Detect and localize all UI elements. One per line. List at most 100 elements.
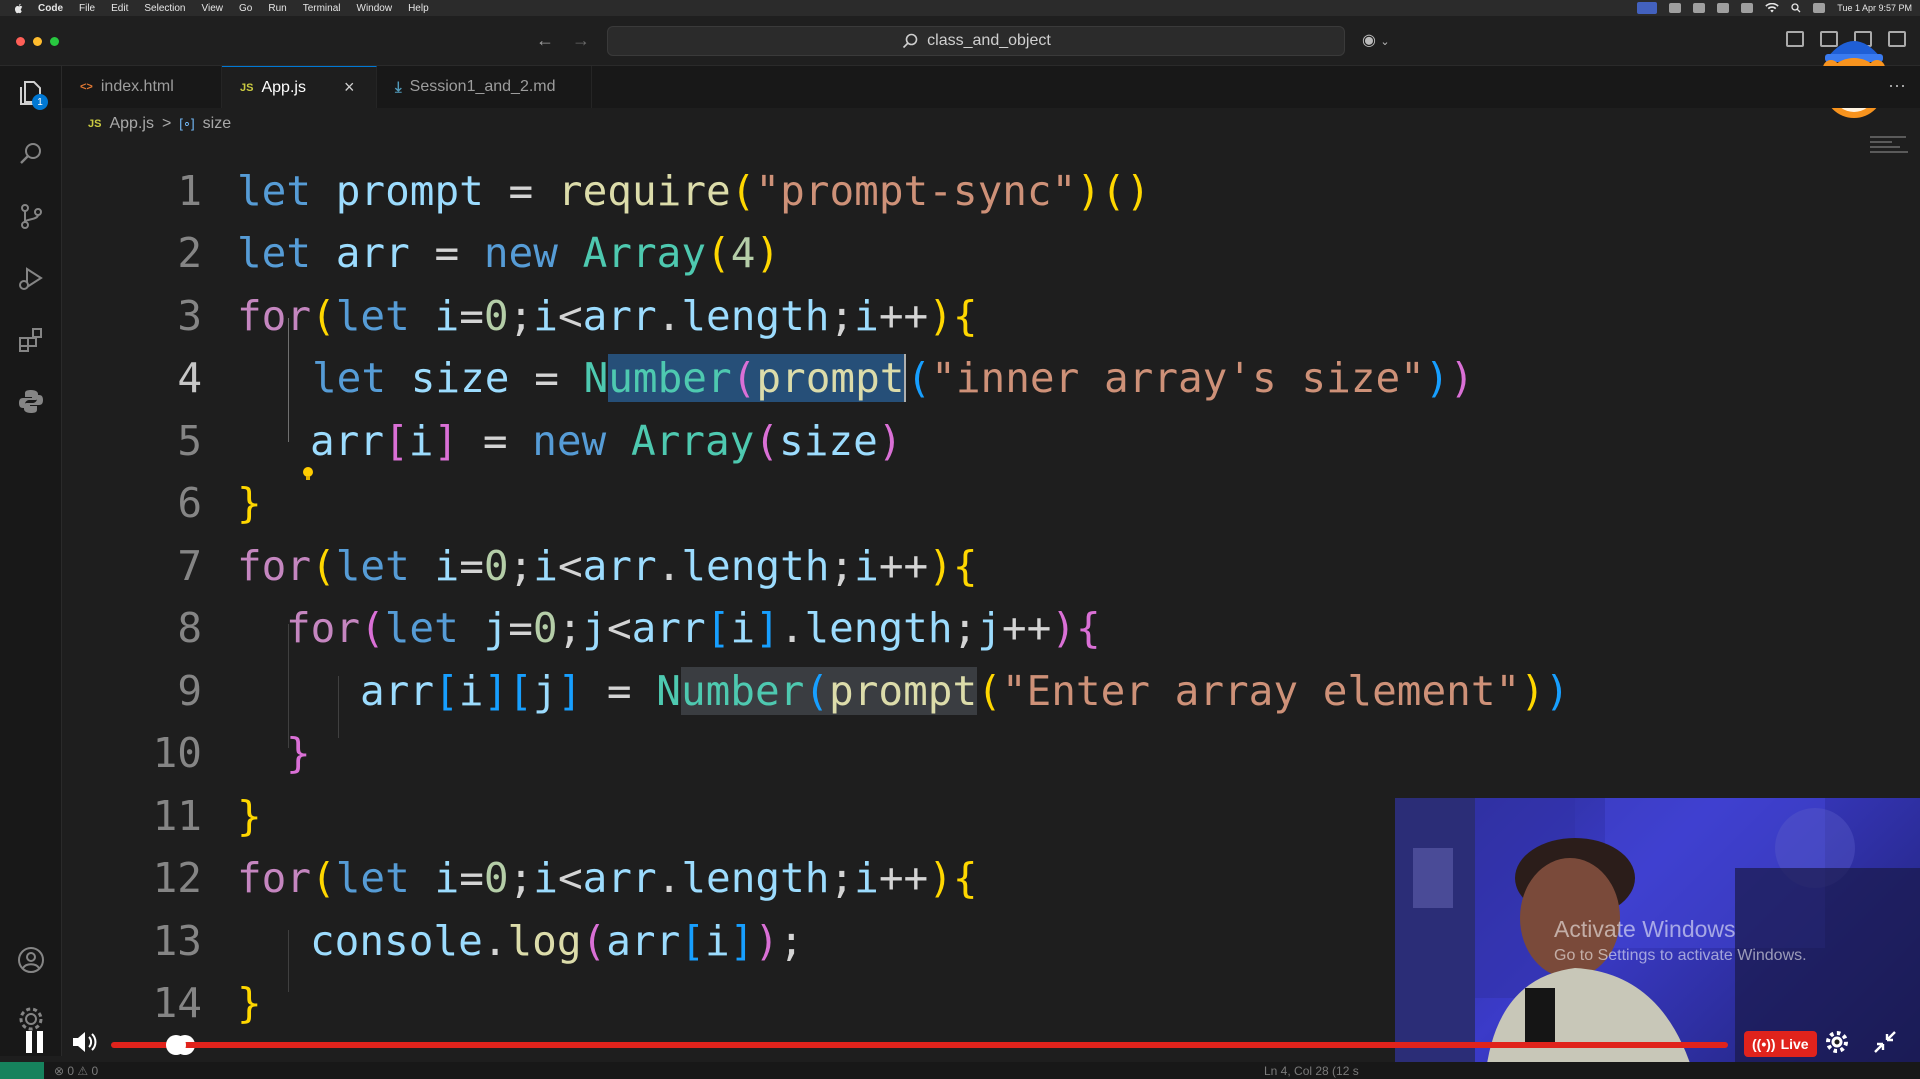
code-line[interactable]: 9 arr[i][j] = Number(prompt("Enter array… <box>62 660 1920 722</box>
line-number: 3 <box>177 292 202 340</box>
tab-app-js[interactable]: JS App.js × <box>222 66 377 108</box>
line-number: 4 <box>177 354 202 402</box>
menu-code[interactable]: Code <box>38 3 63 14</box>
code-line-text: } <box>286 729 311 777</box>
copilot-menu[interactable]: ◉ ⌄ <box>1362 30 1390 50</box>
back-arrow-icon[interactable]: ← <box>536 30 554 51</box>
code-line-text: console.log(arr[i]); <box>310 917 804 965</box>
apple-logo-icon[interactable] <box>14 3 24 14</box>
window-controls <box>16 37 59 46</box>
customize-layout-icon[interactable] <box>1786 31 1804 47</box>
line-number: 10 <box>152 729 202 777</box>
code-line[interactable]: 3 for(let i=0;i<arr.length;i++){ <box>62 285 1920 347</box>
js-file-icon: JS <box>240 81 254 94</box>
python-icon[interactable] <box>14 384 48 418</box>
line-number: 8 <box>177 604 202 652</box>
live-button[interactable]: ((•)) Live <box>1744 1031 1817 1057</box>
code-line[interactable]: 7 for(let i=0;i<arr.length;i++){ <box>62 535 1920 597</box>
command-center-search[interactable]: class_and_object <box>607 26 1345 56</box>
live-broadcast-icon: ((•)) <box>1752 1036 1776 1052</box>
menu-edit[interactable]: Edit <box>111 3 128 14</box>
forward-arrow-icon[interactable]: → <box>572 30 590 51</box>
menu-terminal[interactable]: Terminal <box>303 3 341 14</box>
menu-window[interactable]: Window <box>357 3 393 14</box>
code-line[interactable]: 6 } <box>62 472 1920 534</box>
code-line-text: let size = Number(prompt("inner array's … <box>312 354 1475 402</box>
tab-label: App.js <box>261 78 306 96</box>
watermark-title: Activate Windows <box>1554 916 1736 942</box>
code-line-text: arr[i] = new Array(size) <box>310 417 903 465</box>
activate-windows-watermark: Activate Windows Go to Settings to activ… <box>1554 916 1807 965</box>
tab-label: index.html <box>100 78 174 95</box>
watermark-subtitle: Go to Settings to activate Windows. <box>1554 947 1807 964</box>
menu-selection[interactable]: Selection <box>144 3 185 14</box>
battery-icon[interactable] <box>1741 3 1754 13</box>
screen-record-icon[interactable] <box>1637 2 1658 14</box>
code-line-text: for(let j=0;j<arr[i].length;j++){ <box>286 604 1101 652</box>
account-icon[interactable] <box>14 943 48 977</box>
tab-session-md[interactable]: ⤓ Session1_and_2.md <box>377 66 592 108</box>
line-number: 7 <box>177 542 202 590</box>
navigation-arrows: ← → <box>536 30 590 51</box>
editor-tab-bar: <> index.html JS App.js × ⤓ Session1_and… <box>62 66 1920 108</box>
menu-file[interactable]: File <box>79 3 95 14</box>
code-line-text: let prompt = require("prompt-sync")() <box>237 167 1151 215</box>
close-window-button[interactable] <box>16 37 25 46</box>
menu-help[interactable]: Help <box>408 3 429 14</box>
volume-icon[interactable] <box>70 1028 98 1056</box>
breadcrumb-symbol[interactable]: size <box>203 115 231 133</box>
line-number: 6 <box>177 479 202 527</box>
maximize-window-button[interactable] <box>50 37 59 46</box>
explorer-icon[interactable]: 1 <box>14 76 48 110</box>
menu-run[interactable]: Run <box>268 3 286 14</box>
status-app-icon[interactable] <box>1717 3 1730 13</box>
tab-label: Session1_and_2.md <box>409 78 556 95</box>
menu-bar-status-area: Tue 1 Apr 9:57 PM <box>1637 0 1912 16</box>
control-center-toggle-icon[interactable] <box>1813 3 1826 13</box>
line-number: 12 <box>152 854 202 902</box>
progress-bar[interactable] <box>111 1042 1728 1048</box>
close-tab-icon[interactable]: × <box>344 77 355 98</box>
more-actions-icon[interactable]: ⋯ <box>1888 76 1906 97</box>
code-line[interactable]: 2 let arr = new Array(4) <box>62 222 1920 284</box>
source-control-icon[interactable] <box>14 199 48 233</box>
search-icon[interactable] <box>14 137 48 171</box>
pause-icon[interactable] <box>24 1028 46 1056</box>
js-file-icon: JS <box>88 118 102 130</box>
menu-go[interactable]: Go <box>239 3 252 14</box>
extensions-icon[interactable] <box>14 323 48 357</box>
explorer-badge: 1 <box>32 94 48 110</box>
window-title-bar: ← → class_and_object ◉ ⌄ <box>0 16 1920 66</box>
html-file-icon: <> <box>80 81 93 93</box>
code-line[interactable]: 1 let prompt = require("prompt-sync")() <box>62 160 1920 222</box>
code-line-active[interactable]: 4 let size = Number(prompt("inner array'… <box>62 347 1920 409</box>
control-center-icon[interactable] <box>1693 3 1706 13</box>
code-line[interactable]: 8 for(let j=0;j<arr[i].length;j++){ <box>62 597 1920 659</box>
breadcrumb: JS App.js > [∘] size <box>88 113 231 135</box>
breadcrumb-file[interactable]: App.js <box>109 115 153 133</box>
markdown-file-icon: ⤓ <box>395 78 402 96</box>
code-line[interactable]: 10 } <box>62 722 1920 784</box>
menu-bar-clock[interactable]: Tue 1 Apr 9:57 PM <box>1837 3 1912 13</box>
live-label: Live <box>1780 1036 1809 1052</box>
code-line-text: } <box>237 479 262 527</box>
code-line[interactable]: 5 arr[i] = new Array(size) <box>62 410 1920 472</box>
code-line-text: for(let i=0;i<arr.length;i++){ <box>237 542 978 590</box>
progress-bar-knob[interactable] <box>165 1035 186 1055</box>
minimize-window-button[interactable] <box>33 37 42 46</box>
chevron-down-icon: ⌄ <box>1380 36 1390 48</box>
run-debug-icon[interactable] <box>14 261 48 295</box>
code-line-text: arr[i][j] = Number(prompt("Enter array e… <box>360 667 1570 715</box>
wifi-icon[interactable] <box>1765 3 1779 13</box>
breadcrumb-separator: > <box>161 115 172 132</box>
workspace-name: class_and_object <box>927 32 1051 49</box>
spotlight-search-icon[interactable] <box>1791 3 1801 13</box>
menu-view[interactable]: View <box>202 3 224 14</box>
status-extra-icon[interactable] <box>1669 3 1682 13</box>
settings-icon[interactable] <box>1824 1029 1850 1055</box>
exit-fullscreen-icon[interactable] <box>1872 1029 1898 1055</box>
variable-symbol-icon: [∘] <box>179 116 195 131</box>
tab-index-html[interactable]: <> index.html <box>62 66 222 108</box>
search-icon <box>903 33 918 49</box>
line-number: 1 <box>177 167 202 215</box>
